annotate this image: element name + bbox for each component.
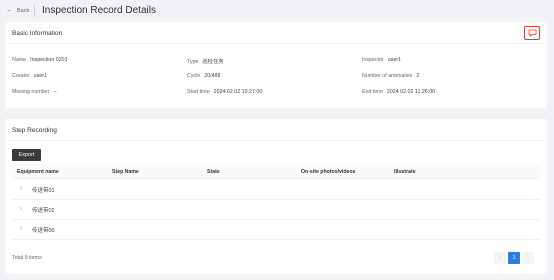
field-start-time: Start time 2024 02.02 10:27:00 xyxy=(187,89,262,95)
table-row[interactable]: › 传送带02 xyxy=(12,200,540,220)
export-button[interactable]: Export xyxy=(12,149,41,161)
back-label: Back xyxy=(17,7,30,14)
page-header: ← Back Inspection Record Details xyxy=(0,0,554,22)
field-label: Missing number xyxy=(12,89,50,95)
column-header-state: State xyxy=(207,169,220,175)
row-equipment-name: 传送带00 xyxy=(32,228,55,234)
step-recording-card: Step Recording Export Equipment name Ste… xyxy=(5,119,547,274)
column-header-photos-videos: On-site photos/videos xyxy=(301,169,356,175)
message-icon xyxy=(528,29,536,37)
column-header-step-name: Step Name xyxy=(112,169,139,175)
field-label: Inspector xyxy=(362,57,384,63)
message-button[interactable] xyxy=(524,26,540,40)
page-number-current[interactable]: 1 xyxy=(508,252,520,264)
field-label: Name xyxy=(12,57,27,63)
field-missing: Missing number -- xyxy=(12,89,57,95)
arrow-left-icon: ← xyxy=(6,7,13,14)
field-label: Cycle xyxy=(187,73,201,79)
card-divider xyxy=(5,43,547,44)
next-page-button[interactable]: › xyxy=(522,252,534,264)
card-divider xyxy=(5,140,547,141)
field-name: Name Inspection 0201 xyxy=(12,57,68,63)
column-header-illustrate: Illustrate xyxy=(394,169,416,175)
field-value: 2024 02.02 10:27:00 xyxy=(213,89,263,95)
back-button[interactable]: ← Back xyxy=(6,7,29,14)
field-label: Number of anomalies xyxy=(362,73,413,79)
field-value: 20/488 xyxy=(204,73,221,79)
basic-info-card: Basic Information Name Inspection 0201 Ty… xyxy=(5,22,547,108)
field-value: 2 xyxy=(416,73,420,79)
field-end-time: End time 2024 02.02 11:26:00 xyxy=(362,89,435,95)
row-equipment-name: 传送带02 xyxy=(32,208,55,214)
field-type: Type 巡检任务 xyxy=(187,57,224,65)
column-header-equipment-name: Equipment name xyxy=(17,169,59,175)
field-inspector: Inspector user1 xyxy=(362,57,401,63)
table-row[interactable]: › 传送带00 xyxy=(12,220,540,240)
field-cycle: Cycle 20/488 xyxy=(187,73,220,79)
field-value: -- xyxy=(53,89,57,95)
basic-info-title: Basic Information xyxy=(12,30,63,37)
field-label: Creator xyxy=(12,73,30,79)
field-value: user1 xyxy=(387,57,402,63)
field-anomalies: Number of anomalies 2 xyxy=(362,73,419,79)
prev-page-button[interactable]: ‹ xyxy=(494,252,506,264)
chevron-right-icon[interactable]: › xyxy=(20,186,22,192)
field-label: Type xyxy=(187,59,199,65)
field-value: Inspection 0201 xyxy=(30,57,68,63)
field-label: Start time xyxy=(187,89,210,95)
field-creator: Creator user1 xyxy=(12,73,47,79)
chevron-right-icon[interactable]: › xyxy=(20,226,22,232)
header-divider xyxy=(34,5,35,17)
field-value: 巡检任务 xyxy=(202,59,224,65)
total-items-label: Total 9 items xyxy=(12,255,42,261)
field-value: 2024 02.02 11:26:00 xyxy=(386,89,436,95)
step-recording-title: Step Recording xyxy=(12,127,57,134)
field-label: End time xyxy=(362,89,383,95)
chevron-right-icon[interactable]: › xyxy=(20,206,22,212)
table-row[interactable]: › 传送带01 xyxy=(12,180,540,200)
page-title: Inspection Record Details xyxy=(42,5,156,16)
field-value: user1 xyxy=(33,73,47,79)
table-header: Equipment name Step Name State On-site p… xyxy=(12,165,540,179)
row-equipment-name: 传送带01 xyxy=(32,188,55,194)
